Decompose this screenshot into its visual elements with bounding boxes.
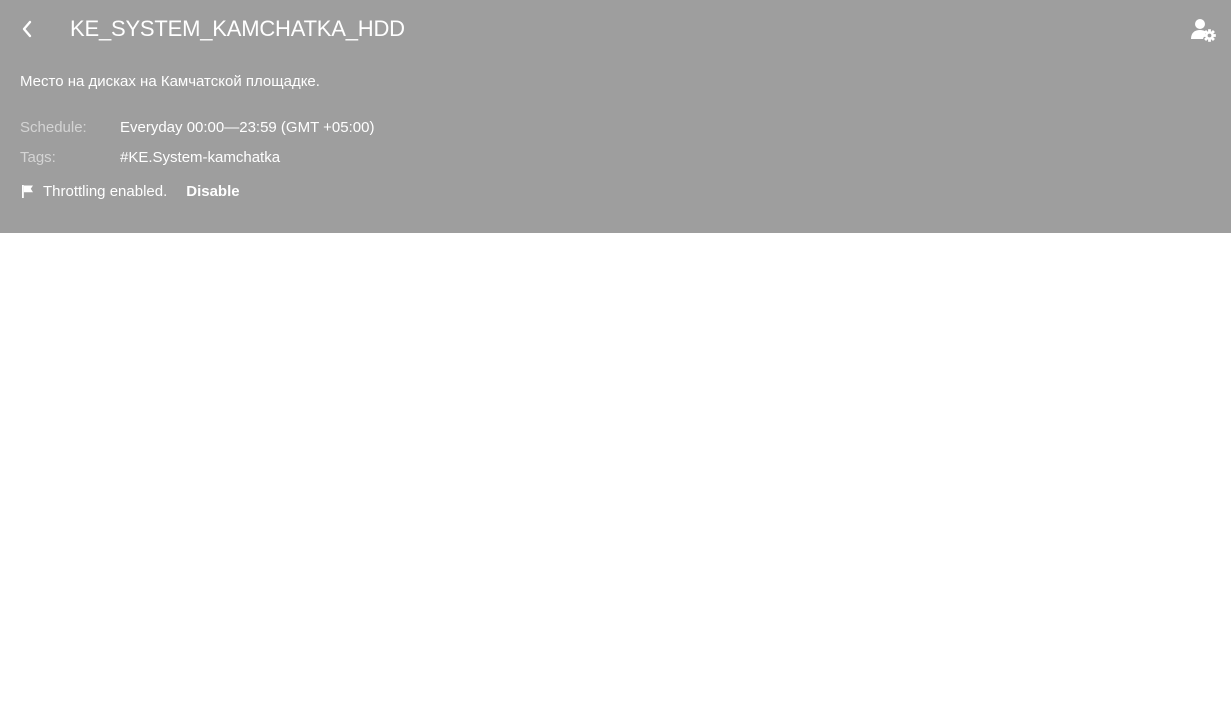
- flag-icon: [20, 183, 36, 199]
- page-title: KE_SYSTEM_KAMCHATKA_HDD: [70, 16, 405, 41]
- throttling-status: Throttling enabled. Disable: [20, 182, 240, 200]
- tags-label: Tags:: [20, 149, 56, 166]
- tag-link[interactable]: #KE.System-kamchatka: [120, 149, 280, 167]
- schedule-value: Everyday 00:00—23:59 (GMT +05:00): [120, 119, 375, 136]
- throttling-text: Throttling enabled.: [43, 182, 168, 200]
- chevron-left-icon: [22, 20, 32, 38]
- system-description: Место на дисках на Камчатской площадке.: [20, 73, 320, 90]
- page-header: KE_SYSTEM_KAMCHATKA_HDD Место на дисках …: [0, 0, 1231, 233]
- user-settings-button[interactable]: [1190, 17, 1218, 43]
- user-settings-icon: [1191, 19, 1216, 42]
- back-button[interactable]: [14, 16, 40, 42]
- schedule-label: Schedule:: [20, 119, 87, 136]
- disable-throttling-button[interactable]: Disable: [186, 183, 239, 200]
